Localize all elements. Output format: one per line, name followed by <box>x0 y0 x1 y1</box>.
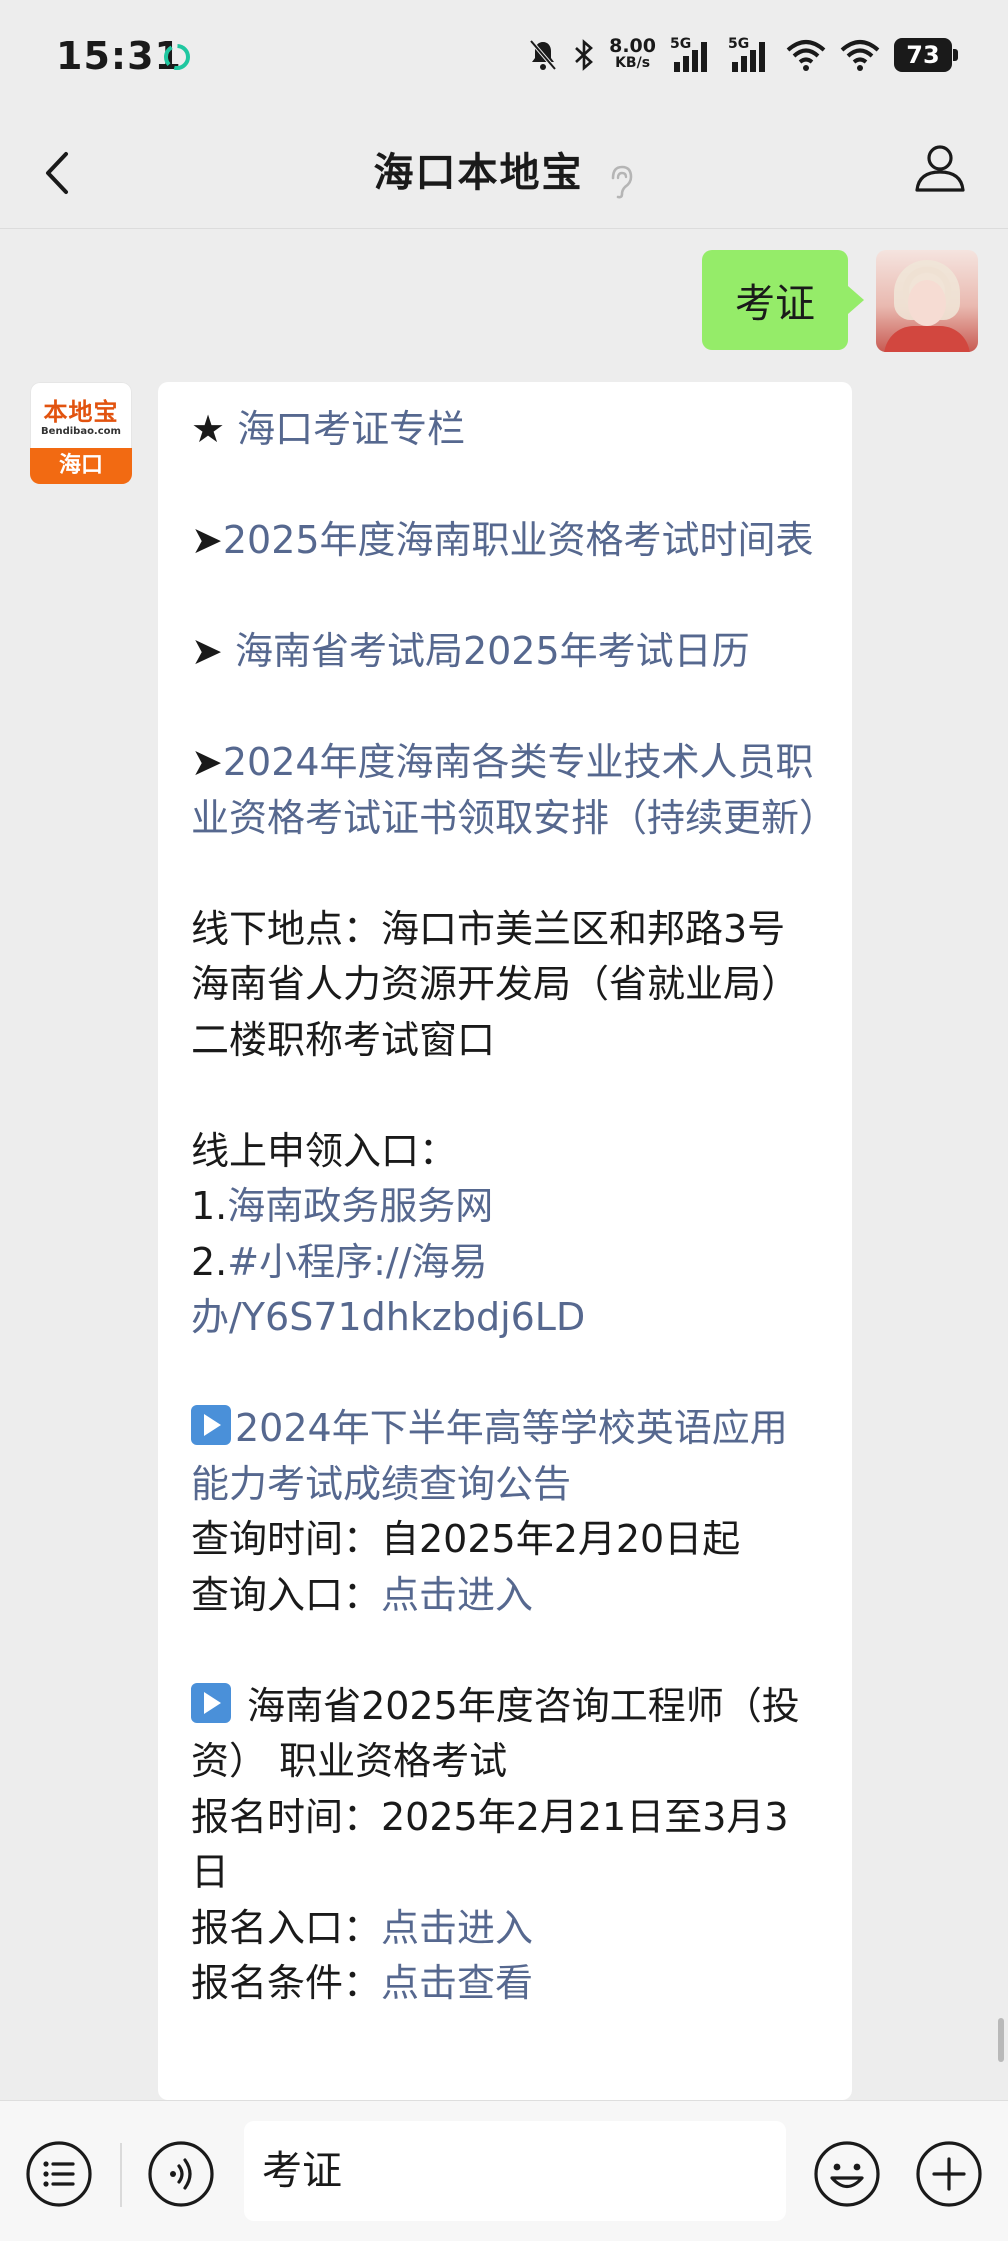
arrow-icon: ➤ <box>191 629 223 673</box>
reply-line: 2.#小程序://海易办/Y6S71dhkzbdj6LD <box>191 1239 586 1340</box>
query-time-text: 查询时间：自2025年2月20日起 <box>191 1517 741 1561</box>
signal-icon: 5G <box>728 36 772 74</box>
link-exam-calendar[interactable]: 海南省考试局2025年考试日历 <box>235 629 750 673</box>
link-gov-service[interactable]: 海南政务服务网 <box>227 1184 493 1228</box>
reply-line: 1.海南政务服务网 <box>191 1184 494 1228</box>
user-avatar[interactable] <box>876 250 978 352</box>
link-registration-entry[interactable]: 点击进入 <box>381 1906 533 1950</box>
signal-icon: 5G <box>670 36 714 74</box>
clean-icon <box>164 44 190 70</box>
chat-header: 海口本地宝 <box>0 118 1008 229</box>
bot-avatar[interactable]: 本地宝 Bendibao.com 海口 <box>30 382 132 484</box>
reply-line: 2024年下半年高等学校英语应用能力考试成绩查询公告 <box>191 1401 822 1512</box>
status-icons: 8.00 KB/s 5G 5G 73 <box>527 35 958 74</box>
user-message-bubble[interactable]: 考证 <box>702 250 864 350</box>
play-icon <box>191 1405 231 1445</box>
offline-location-text: 线下地点：海口市美兰区和邦路3号海南省人力资源开发局（省就业局）二楼职称考试窗口 <box>191 906 800 1062</box>
reply-line: ➤2024年度海南各类专业技术人员职业资格考试证书领取安排（持续更新） <box>191 735 837 846</box>
emoji-icon[interactable] <box>812 2139 882 2209</box>
net-speed: 8.00 KB/s <box>609 35 656 72</box>
wifi-icon <box>786 40 826 71</box>
arrow-icon: ➤ <box>191 518 223 562</box>
menu-icon[interactable] <box>24 2139 94 2209</box>
ear-icon <box>611 165 632 198</box>
reply-line: 报名条件：点击查看 <box>191 1961 534 2005</box>
battery-icon: 73 <box>894 38 958 72</box>
wifi-icon <box>840 40 880 71</box>
star-icon: ★ <box>191 407 226 451</box>
divider <box>120 2143 122 2207</box>
bluetooth-icon <box>575 39 594 71</box>
link-english-score-notice[interactable]: 2024年下半年高等学校英语应用能力考试成绩查询公告 <box>191 1406 788 1506</box>
link-registration-conditions[interactable]: 点击查看 <box>381 1961 533 2005</box>
reply-line: 报名入口：点击进入 <box>191 1905 534 1950</box>
link-query-entry[interactable]: 点击进入 <box>381 1573 533 1617</box>
consulting-engineer-title: 海南省2025年度咨询工程师（投资） 职业资格考试 <box>191 1683 800 1784</box>
registration-time-text: 报名时间：2025年2月21日至3月3日 <box>191 1794 789 1895</box>
message-input[interactable]: 考证 <box>244 2121 786 2221</box>
bot-avatar-domain: Bendibao.com <box>41 426 121 437</box>
reply-line: 海南省2025年度咨询工程师（投资） 职业资格考试 <box>191 1679 822 1790</box>
bot-avatar-city: 海口 <box>30 448 132 484</box>
page-title: 海口本地宝 <box>373 150 584 196</box>
bot-avatar-logo: 本地宝 <box>43 398 119 426</box>
plus-icon[interactable] <box>914 2139 984 2209</box>
link-mini-program[interactable]: #小程序://海易办/Y6S71dhkzbdj6LD <box>191 1240 585 1340</box>
user-icon[interactable] <box>912 140 968 196</box>
link-certificate-pickup[interactable]: 2024年度海南各类专业技术人员职业资格考试证书领取安排（持续更新） <box>191 740 837 840</box>
bot-message-bubble: ★ 海口考证专栏 ➤2025年度海南职业资格考试时间表 ➤ 海南省考试局2025… <box>158 382 852 2100</box>
reply-line: 查询入口：点击进入 <box>191 1572 534 1617</box>
voice-icon[interactable] <box>146 2139 216 2209</box>
play-icon <box>191 1682 231 1723</box>
online-entry-header: 线上申领入口： <box>191 1128 458 1173</box>
status-bar: 15:31 8.00 KB/s 5G 5G 73 <box>0 0 1008 118</box>
input-bar: 考证 <box>0 2100 1008 2241</box>
arrow-icon: ➤ <box>191 740 223 784</box>
link-kaozheng-column[interactable]: 海口考证专栏 <box>237 407 465 451</box>
link-exam-schedule[interactable]: 2025年度海南职业资格考试时间表 <box>223 518 814 562</box>
header-title-wrap: 海口本地宝 <box>0 140 1008 200</box>
reply-line: ➤ 海南省考试局2025年考试日历 <box>191 624 822 680</box>
mute-icon <box>529 39 557 71</box>
scrollbar[interactable] <box>998 2018 1004 2062</box>
reply-line: ➤2025年度海南职业资格考试时间表 <box>191 513 822 569</box>
reply-line: ★ 海口考证专栏 <box>191 402 822 458</box>
